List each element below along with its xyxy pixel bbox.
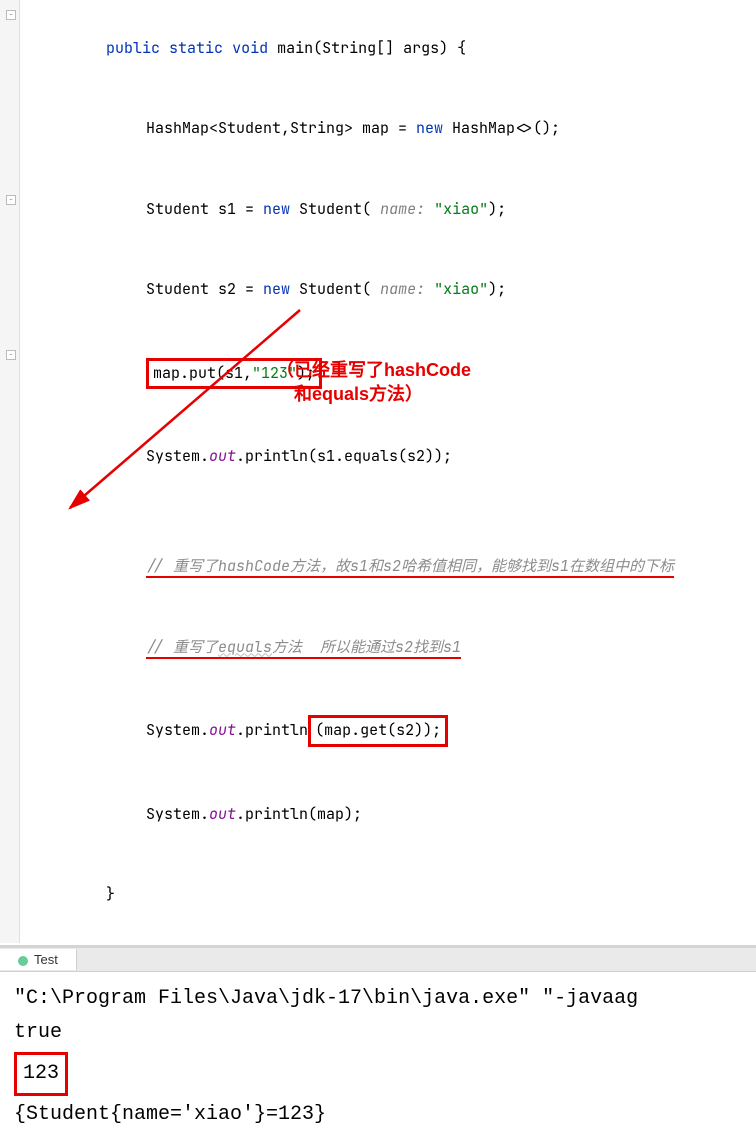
- console-line: {Student{name='xiao'}=123}: [14, 1098, 742, 1132]
- code-line[interactable]: System.out.println(s1.equals(s2));: [20, 417, 756, 498]
- fold-icon[interactable]: −: [6, 195, 16, 205]
- comment: // 重写了hashCode方法，故s1和s2哈希值相同，能够找到s1在数组中的…: [146, 556, 674, 578]
- highlight-box: 123: [14, 1052, 68, 1096]
- highlight-box: (map.get(s2));: [308, 715, 448, 747]
- code-line[interactable]: public static void main(String[] args) {: [20, 8, 756, 89]
- keyword: public: [106, 38, 160, 58]
- code-text: System.: [146, 720, 209, 740]
- editor-gutter: − − −: [0, 0, 20, 943]
- code-line[interactable]: Student s2 = new Student( name: "xiao");: [20, 250, 756, 331]
- annotation-label: 和equals方法）: [294, 380, 423, 406]
- keyword: void: [232, 38, 268, 58]
- code-line[interactable]: }: [20, 855, 756, 936]
- code-text: Student(: [290, 199, 380, 219]
- param-hint: name:: [380, 199, 434, 219]
- keyword: new: [416, 118, 443, 138]
- console-tab[interactable]: Test: [0, 949, 77, 970]
- code-text: System.: [146, 446, 209, 466]
- annotation-label: （已经重写了hashCode: [276, 356, 471, 382]
- param-hint: name:: [380, 279, 434, 299]
- code-text: map.put(s1,: [153, 363, 252, 383]
- keyword: static: [169, 38, 223, 58]
- code-text: Student s1 =: [146, 199, 263, 219]
- code-text: );: [488, 199, 506, 219]
- fold-icon[interactable]: −: [6, 10, 16, 20]
- keyword: new: [263, 199, 290, 219]
- code-text: Student(: [290, 279, 380, 299]
- run-icon: [18, 956, 28, 966]
- fold-icon[interactable]: −: [6, 350, 16, 360]
- code-line[interactable]: // 重写了equals方法 所以能通过s2找到s1: [20, 607, 756, 688]
- blank-line: [20, 497, 756, 527]
- console-tab-bar: Test: [0, 948, 756, 972]
- string-literal: "xiao": [434, 279, 488, 299]
- comment: // 重写了equals方法 所以能通过s2找到s1: [146, 637, 461, 659]
- code-text: );: [488, 279, 506, 299]
- code-text: .println(map);: [236, 804, 362, 824]
- code-line[interactable]: System.out.println(map);: [20, 774, 756, 855]
- code-text: HashMap<Student,String> map =: [146, 118, 416, 138]
- field-ref: out: [209, 804, 236, 824]
- console-line: 123: [14, 1050, 742, 1098]
- console-line: "C:\Program Files\Java\jdk-17\bin\java.e…: [14, 982, 742, 1016]
- field-ref: out: [209, 446, 236, 466]
- console-line: true: [14, 1016, 742, 1050]
- code-text: }: [106, 884, 115, 904]
- method-name: main: [277, 38, 313, 58]
- code-line[interactable]: System.out.println(map.get(s2));: [20, 688, 756, 775]
- code-line[interactable]: HashMap<Student,String> map = new HashMa…: [20, 89, 756, 170]
- string-literal: "xiao": [434, 199, 488, 219]
- code-text: HashMap<>();: [443, 118, 560, 138]
- code-line[interactable]: Student s1 = new Student( name: "xiao");: [20, 169, 756, 250]
- code-text: .println(s1.equals(s2));: [236, 446, 452, 466]
- code-text: Student s2 =: [146, 279, 263, 299]
- tab-label: Test: [34, 952, 58, 967]
- console-output[interactable]: "C:\Program Files\Java\jdk-17\bin\java.e…: [0, 972, 756, 1142]
- code-text: .println: [236, 720, 308, 740]
- code-line[interactable]: // 重写了hashCode方法，故s1和s2哈希值相同，能够找到s1在数组中的…: [20, 527, 756, 608]
- field-ref: out: [209, 720, 236, 740]
- code-text: System.: [146, 804, 209, 824]
- keyword: new: [263, 279, 290, 299]
- code-editor[interactable]: − − − public static void main(String[] a…: [0, 0, 756, 943]
- code-text: (String[] args) {: [313, 38, 466, 58]
